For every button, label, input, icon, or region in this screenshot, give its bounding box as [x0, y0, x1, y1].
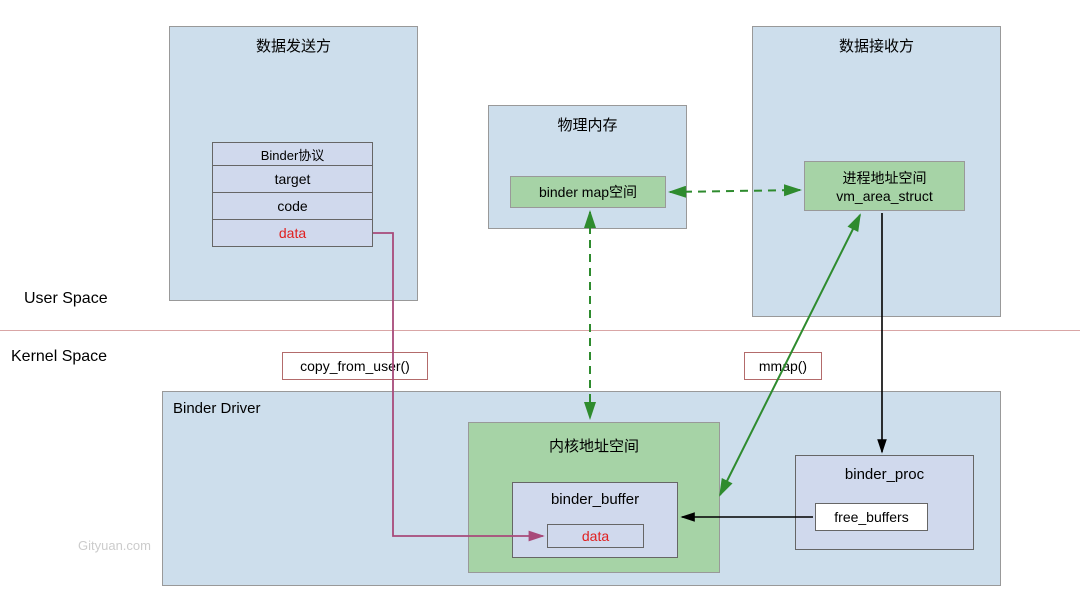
physical-memory-box: 物理内存 [488, 105, 687, 229]
copy-from-user-label: copy_from_user() [282, 352, 428, 380]
buffer-data: data [547, 524, 644, 548]
binder-proc-label: binder_proc [796, 466, 973, 483]
watermark: Gityuan.com [78, 538, 151, 553]
binder-buffer-label: binder_buffer [513, 491, 677, 508]
binder-driver-title: Binder Driver [173, 400, 261, 417]
receiver-addr-line2: vm_area_struct [805, 188, 964, 204]
mmap-label: mmap() [744, 352, 822, 380]
receiver-addr-space: 进程地址空间 vm_area_struct [804, 161, 965, 211]
binder-map-space: binder map空间 [510, 176, 666, 208]
sender-title: 数据发送方 [170, 35, 417, 56]
receiver-title: 数据接收方 [753, 35, 1000, 56]
kernel-addr-title: 内核地址空间 [469, 435, 719, 456]
protocol-header: Binder协议 [212, 142, 373, 166]
physical-memory-title: 物理内存 [489, 114, 686, 135]
kernel-space-label: Kernel Space [11, 348, 107, 366]
user-space-label: User Space [24, 290, 108, 308]
row-code: code [212, 192, 373, 220]
row-target: target [212, 165, 373, 193]
receiver-addr-line1: 进程地址空间 [805, 168, 964, 188]
free-buffers: free_buffers [815, 503, 928, 531]
row-data: data [212, 219, 373, 247]
space-divider [0, 330, 1080, 331]
